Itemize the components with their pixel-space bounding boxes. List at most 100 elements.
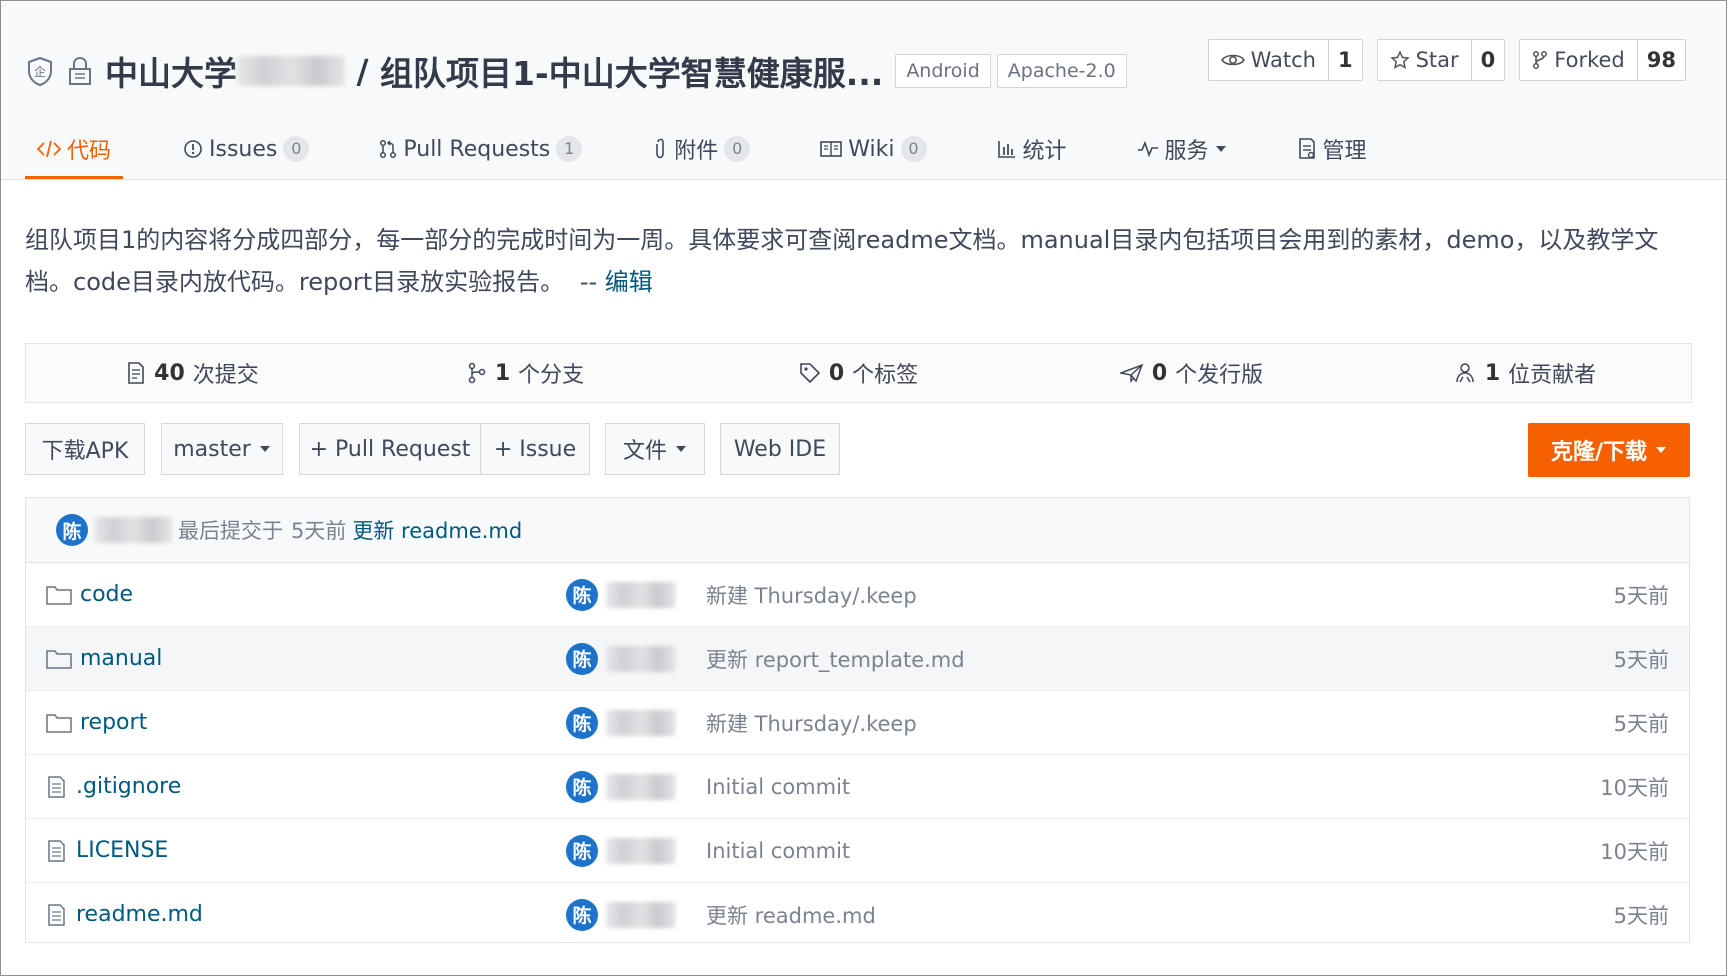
file-commit-message[interactable]: 新建 Thursday/.keep <box>706 580 917 610</box>
file-icon <box>46 775 68 799</box>
redacted-author <box>606 581 676 608</box>
repo-title-row: 企 中山大学 / 组队项目1-中山大学智慧健康服... Android Apac… <box>25 45 1127 97</box>
attachments-count-badge: 0 <box>724 136 751 162</box>
star-label[interactable]: Star <box>1378 40 1471 80</box>
contributors-icon <box>1453 362 1477 384</box>
file-author: 陈 <box>566 578 676 611</box>
watch-label[interactable]: Watch <box>1209 40 1328 80</box>
chevron-down-icon <box>259 445 271 453</box>
redacted-owner <box>237 56 345 86</box>
table-row: readme.md 陈 更新 readme.md 5天前 <box>26 883 1689 946</box>
avatar[interactable]: 陈 <box>566 642 598 675</box>
file-name-link[interactable]: code <box>46 582 133 607</box>
tag-license[interactable]: Apache-2.0 <box>996 54 1127 88</box>
issue-icon <box>183 139 203 159</box>
repo-name-link[interactable]: 组队项目1-中山大学智慧健康服... <box>380 47 883 95</box>
folder-icon <box>46 712 72 734</box>
tab-wiki[interactable]: Wiki 0 <box>808 119 938 179</box>
avatar[interactable]: 陈 <box>566 770 598 803</box>
pulse-icon <box>1137 140 1159 158</box>
clone-download-button[interactable]: 克隆/下载 <box>1528 423 1690 477</box>
avatar[interactable]: 陈 <box>56 514 88 546</box>
commit-icon <box>126 361 146 385</box>
fork-count[interactable]: 98 <box>1636 40 1685 80</box>
download-apk-button[interactable]: 下载APK <box>25 423 145 475</box>
tab-attachments[interactable]: 附件 0 <box>640 119 762 179</box>
chevron-down-icon <box>1655 446 1667 454</box>
file-name-link[interactable]: manual <box>46 646 162 671</box>
book-icon <box>820 140 843 158</box>
redacted-author <box>606 837 676 864</box>
repo-org-link[interactable]: 中山大学 <box>105 47 237 95</box>
tab-issues[interactable]: Issues 0 <box>171 119 321 179</box>
release-icon <box>1119 363 1144 383</box>
tab-statistics[interactable]: 统计 <box>985 119 1079 179</box>
tab-services[interactable]: 服务 <box>1125 119 1239 179</box>
folder-icon <box>46 648 72 670</box>
file-icon <box>46 839 68 863</box>
tab-manage[interactable]: 管理 <box>1285 119 1379 179</box>
tag-android[interactable]: Android <box>895 54 991 88</box>
manage-icon <box>1297 138 1317 160</box>
stat-branches[interactable]: 1 个分支 <box>359 357 692 389</box>
watch-button[interactable]: Watch 1 <box>1207 39 1363 81</box>
redacted-author <box>606 901 676 928</box>
file-author: 陈 <box>566 898 676 931</box>
new-issue-button[interactable]: + Issue <box>480 423 590 475</box>
file-commit-message[interactable]: Initial commit <box>706 839 850 863</box>
new-pull-request-button[interactable]: + Pull Request <box>299 423 481 475</box>
file-commit-time: 5天前 <box>1613 903 1669 928</box>
file-commit-message[interactable]: 更新 readme.md <box>706 900 876 930</box>
redacted-author <box>606 645 676 672</box>
tab-code[interactable]: 代码 <box>25 119 124 179</box>
file-commit-message[interactable]: 新建 Thursday/.keep <box>706 708 917 738</box>
code-icon <box>37 140 61 158</box>
eye-icon <box>1220 52 1245 68</box>
star-button[interactable]: Star 0 <box>1376 39 1506 81</box>
watch-count[interactable]: 1 <box>1327 40 1362 80</box>
edit-description-link[interactable]: 编辑 <box>605 268 653 296</box>
file-commit-time: 5天前 <box>1613 647 1669 672</box>
avatar[interactable]: 陈 <box>566 578 598 611</box>
branch-select[interactable]: master <box>161 423 283 475</box>
stat-releases[interactable]: 0 个发行版 <box>1025 357 1358 389</box>
web-ide-button[interactable]: Web IDE <box>720 423 840 475</box>
wiki-count-badge: 0 <box>900 136 927 162</box>
branch-icon <box>467 362 487 384</box>
table-row: code 陈 新建 Thursday/.keep 5天前 <box>26 563 1689 627</box>
enterprise-icon: 企 <box>25 56 55 86</box>
redacted-author <box>606 773 676 800</box>
stat-contributors[interactable]: 1 位贡献者 <box>1358 357 1691 389</box>
folder-icon <box>46 584 72 606</box>
file-name-link[interactable]: report <box>46 710 147 735</box>
star-icon <box>1389 50 1410 70</box>
tab-pull-requests[interactable]: Pull Requests 1 <box>367 119 594 179</box>
table-row: report 陈 新建 Thursday/.keep 5天前 <box>26 691 1689 755</box>
star-count[interactable]: 0 <box>1470 40 1505 80</box>
file-commit-time: 5天前 <box>1613 711 1669 736</box>
file-author: 陈 <box>566 642 676 675</box>
repo-toolbar: 下载APK master + Pull Request + Issue 文件 W… <box>25 423 1690 477</box>
file-commit-message[interactable]: 更新 report_template.md <box>706 644 965 674</box>
stat-tags[interactable]: 0 个标签 <box>692 357 1025 389</box>
tag-icon <box>799 362 821 384</box>
file-name-link[interactable]: LICENSE <box>46 838 168 863</box>
fork-label[interactable]: Forked <box>1520 40 1636 80</box>
file-name-link[interactable]: .gitignore <box>46 774 181 799</box>
repo-path-separator: / <box>345 51 381 91</box>
avatar[interactable]: 陈 <box>566 898 598 931</box>
chevron-down-icon <box>1215 145 1227 153</box>
file-author: 陈 <box>566 770 676 803</box>
file-commit-time: 10天前 <box>1600 839 1669 864</box>
file-name-link[interactable]: readme.md <box>46 902 203 927</box>
description-separator: -- <box>579 268 598 296</box>
file-author: 陈 <box>566 706 676 739</box>
fork-button[interactable]: Forked 98 <box>1519 39 1686 81</box>
file-menu-button[interactable]: 文件 <box>605 423 705 475</box>
file-commit-message[interactable]: Initial commit <box>706 775 850 799</box>
avatar[interactable]: 陈 <box>566 706 598 739</box>
repo-stats-bar: 40 次提交 1 个分支 0 个标签 0 个发行版 1 位贡献者 <box>25 343 1692 403</box>
avatar[interactable]: 陈 <box>566 834 598 867</box>
stat-commits[interactable]: 40 次提交 <box>26 357 359 389</box>
last-commit-message[interactable]: 更新 readme.md <box>352 515 522 545</box>
